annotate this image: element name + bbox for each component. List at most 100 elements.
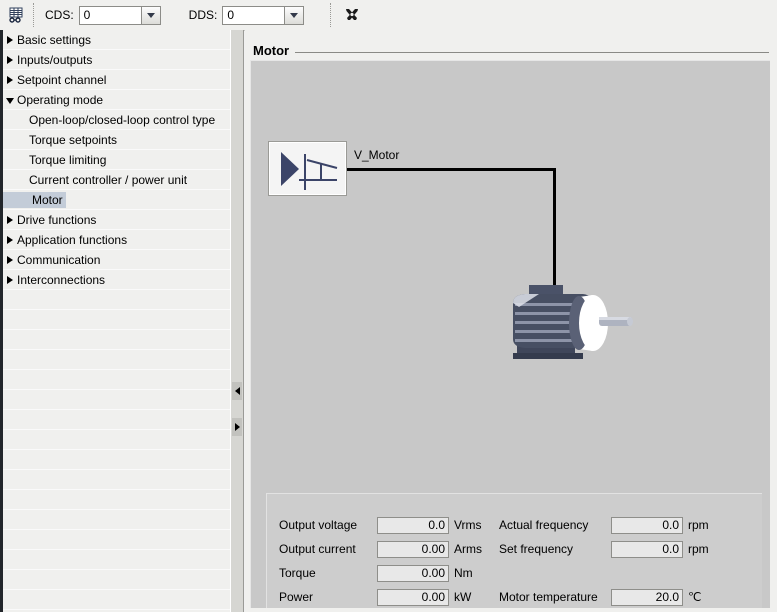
sidebar-item-torque-setpoints[interactable]: Torque setpoints xyxy=(3,130,230,150)
selection-highlight: Motor xyxy=(3,192,66,208)
navigation-tree[interactable]: Basic settings Inputs/outputs Setpoint cha… xyxy=(0,30,230,612)
electric-motor-icon xyxy=(499,279,639,369)
value-unit: Arms xyxy=(454,542,482,556)
dds-field: DDS: 0 xyxy=(188,5,305,25)
chevron-right-icon[interactable] xyxy=(3,30,17,50)
chevron-right-icon[interactable] xyxy=(3,70,17,90)
value-field[interactable]: 0.00 xyxy=(377,564,449,582)
tree-row-empty xyxy=(3,590,230,610)
sidebar-item-current-controller-power-unit[interactable]: Current controller / power unit xyxy=(3,170,230,190)
chevron-right-icon[interactable] xyxy=(3,250,17,270)
value-unit: Vrms xyxy=(454,518,482,532)
sidebar-item-label: Open-loop/closed-loop control type xyxy=(29,113,216,127)
value-field[interactable]: 20.0 xyxy=(611,588,683,606)
cds-value: 0 xyxy=(83,7,91,22)
motor-values-panel: Output voltage 0.0 Vrms Output current 0.00 A… xyxy=(266,493,762,608)
sidebar-item-interconnections[interactable]: Interconnections xyxy=(3,270,230,290)
tree-row-empty xyxy=(3,450,230,470)
chevron-down-icon[interactable] xyxy=(3,90,17,110)
tree-row-empty xyxy=(3,530,230,550)
value-row: Set frequency 0.0 rpm xyxy=(499,540,709,558)
sidebar-item-inputs-outputs[interactable]: Inputs/outputs xyxy=(3,50,230,70)
value-unit: rpm xyxy=(688,542,709,556)
tree-row-empty xyxy=(3,350,230,370)
value-row: Power 0.00 kW xyxy=(279,588,471,606)
tree-row-empty xyxy=(3,570,230,590)
tree-row-empty xyxy=(3,550,230,570)
sidebar-item-label: Drive functions xyxy=(17,213,97,227)
toolbar-separator-2 xyxy=(330,3,332,27)
chevron-right-icon[interactable] xyxy=(3,50,17,70)
tree-row-empty xyxy=(3,390,230,410)
chevron-right-icon[interactable] xyxy=(3,270,17,290)
sidebar-item-operating-mode[interactable]: Operating mode xyxy=(3,90,230,110)
sidebar-item-label: Motor xyxy=(32,193,63,207)
drive-parameter-window: CDS: 0 DDS: 0 Basic settings Inputs/outpu… xyxy=(0,0,777,612)
voltage-ramp-icon[interactable] xyxy=(268,141,347,196)
value-field[interactable]: 0.0 xyxy=(611,540,683,558)
tree-row-empty xyxy=(3,490,230,510)
page-title: Motor xyxy=(253,42,290,58)
cds-label: CDS: xyxy=(45,8,74,22)
tree-row-empty xyxy=(3,410,230,430)
chevron-down-icon[interactable] xyxy=(284,6,304,24)
sidebar-item-label: Application functions xyxy=(17,233,128,247)
tree-row-empty xyxy=(3,330,230,350)
value-unit: kW xyxy=(454,590,472,604)
hammer-wrench-icon[interactable] xyxy=(339,2,365,28)
tree-row-empty xyxy=(3,310,230,330)
value-row: Output voltage 0.0 Vrms xyxy=(279,516,482,534)
value-unit: ℃ xyxy=(688,590,702,604)
sidebar-item-open-loop-closed-loop-control-type[interactable]: Open-loop/closed-loop control type xyxy=(3,110,230,130)
sidebar-item-setpoint-channel[interactable]: Setpoint channel xyxy=(3,70,230,90)
cds-field: CDS: 0 xyxy=(45,5,161,25)
chevron-down-icon[interactable] xyxy=(140,6,160,24)
tree-row-empty xyxy=(3,290,230,310)
value-unit: rpm xyxy=(688,518,709,532)
motor-diagram-panel: V_Motor Output voltage 0.0 Vrms Output c… xyxy=(250,60,770,608)
value-row: Torque 0.00 Nm xyxy=(279,564,473,582)
tree-row-empty xyxy=(3,430,230,450)
sidebar-item-label: Current controller / power unit xyxy=(29,173,188,187)
sidebar-item-label: Torque setpoints xyxy=(29,133,118,147)
value-field[interactable]: 0.00 xyxy=(377,540,449,558)
title-rule xyxy=(295,51,769,53)
tree-row-empty xyxy=(3,370,230,390)
sidebar-item-communication[interactable]: Communication xyxy=(3,250,230,270)
value-field[interactable]: 0.0 xyxy=(611,516,683,534)
value-field[interactable]: 0.00 xyxy=(377,588,449,606)
main-content: Motor V_Motor Output voltage 0.0 Vrms Ou… xyxy=(245,30,777,612)
chevron-right-icon[interactable] xyxy=(3,230,17,250)
sidebar-item-label: Interconnections xyxy=(17,273,106,287)
splitter-collapse-left-handle[interactable] xyxy=(232,382,242,400)
panel-splitter[interactable] xyxy=(230,30,244,612)
dds-label: DDS: xyxy=(188,8,218,22)
dds-dropdown[interactable]: 0 xyxy=(222,5,305,25)
value-label: Torque xyxy=(279,566,316,580)
value-unit: Nm xyxy=(454,566,473,580)
value-label: Motor temperature xyxy=(499,590,598,604)
value-field[interactable]: 0.0 xyxy=(377,516,449,534)
value-label: Output current xyxy=(279,542,356,556)
value-row: Output current 0.00 Arms xyxy=(279,540,482,558)
value-row: Actual frequency 0.0 rpm xyxy=(499,516,709,534)
splitter-collapse-right-handle[interactable] xyxy=(232,418,242,436)
toolbar-separator-1 xyxy=(33,3,35,27)
cds-dropdown[interactable]: 0 xyxy=(78,5,161,25)
sidebar-item-label: Communication xyxy=(17,253,101,267)
toolbar: CDS: 0 DDS: 0 xyxy=(0,0,777,31)
sidebar-item-torque-limiting[interactable]: Torque limiting xyxy=(3,150,230,170)
sidebar-item-label: Basic settings xyxy=(17,33,92,47)
sidebar-item-basic-settings[interactable]: Basic settings xyxy=(3,30,230,50)
sidebar-item-label: Operating mode xyxy=(17,93,104,107)
sidebar-item-motor[interactable]: Motor xyxy=(3,190,230,210)
sidebar-item-application-functions[interactable]: Application functions xyxy=(3,230,230,250)
vmotor-block-label: V_Motor xyxy=(354,148,400,162)
sidebar-item-drive-functions[interactable]: Drive functions xyxy=(3,210,230,230)
sidebar-item-label: Setpoint channel xyxy=(17,73,107,87)
chevron-right-icon[interactable] xyxy=(3,210,17,230)
tree-row-empty xyxy=(3,470,230,490)
wire-horizontal xyxy=(347,168,556,171)
table-grid-icon[interactable] xyxy=(3,2,29,28)
wire-vertical xyxy=(553,168,556,290)
